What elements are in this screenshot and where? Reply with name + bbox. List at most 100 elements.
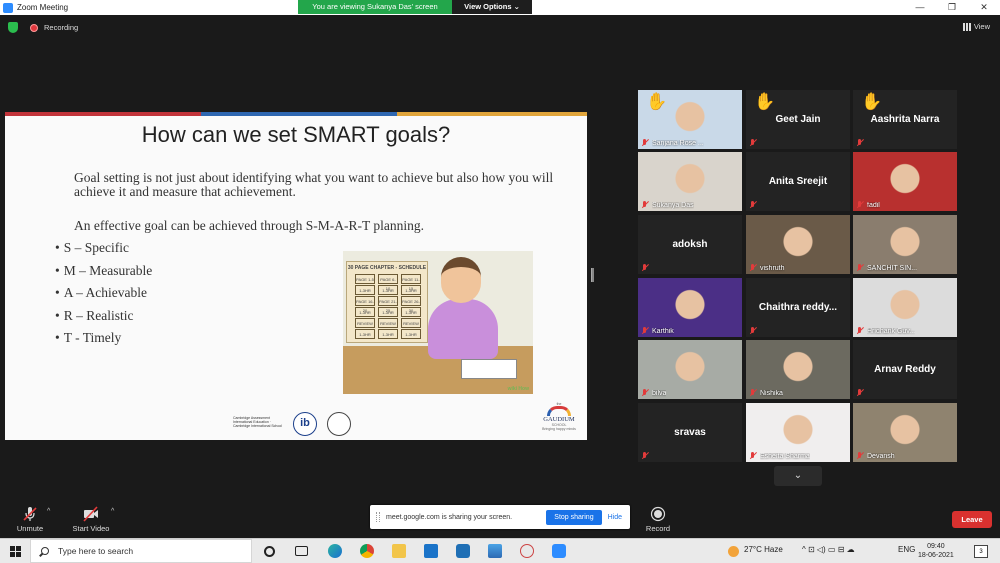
participant-tile[interactable]: Karthik (638, 278, 742, 337)
participant-tile[interactable]: Aashrita Narra ✋ (853, 90, 957, 149)
app-icon[interactable] (456, 544, 470, 558)
schedule-cell: PAGE 6-10 (378, 274, 398, 291)
schedule-cell: 1-3HR (401, 329, 421, 339)
participant-tile[interactable]: Anita Sreejit (746, 152, 850, 211)
unmute-button[interactable]: Unmute (12, 506, 48, 533)
participant-tile[interactable]: bilva (638, 340, 742, 399)
participant-tile[interactable]: sravas (638, 403, 742, 462)
schedule-cell: 1-3HR (378, 329, 398, 339)
participant-tile[interactable]: Sukanya Das (638, 152, 742, 211)
slide-paragraph-1: Goal setting is not just about identifyi… (74, 170, 554, 199)
shield-icon[interactable] (8, 22, 18, 33)
maximize-button[interactable]: ❐ (936, 0, 968, 15)
raised-hand-icon: ✋ (646, 92, 668, 111)
participant-tile[interactable]: Arnav Reddy (853, 340, 957, 399)
drag-handle-icon[interactable] (376, 512, 380, 522)
share-notification-text: meet.google.com is sharing your screen. (386, 513, 513, 521)
mail-icon[interactable] (424, 544, 438, 558)
participant-tile[interactable]: SANCHIT SIN... (853, 215, 957, 274)
grid-icon (962, 22, 971, 31)
windows-start-icon[interactable] (10, 546, 21, 557)
participant-tile[interactable]: Chaithra reddy... (746, 278, 850, 337)
participant-tile[interactable]: Geet Jain ✋ (746, 90, 850, 149)
participant-tile[interactable]: fadil (853, 152, 957, 211)
schedule-cell: 1-3HR (378, 307, 398, 317)
school-logos: Cambridge Assessment International Educa… (233, 412, 351, 436)
record-button[interactable]: Record (640, 506, 676, 533)
unmute-label: Unmute (16, 524, 44, 533)
schedule-cell: 1-3HR (355, 285, 375, 295)
participant-name: Sanjana Rose ... (652, 140, 704, 147)
notification-center-icon[interactable]: 3 (974, 545, 988, 558)
weather-icon[interactable] (728, 546, 739, 557)
edge-browser-icon[interactable] (328, 544, 342, 558)
file-explorer-icon[interactable] (392, 544, 406, 558)
cortana-icon[interactable] (264, 546, 275, 557)
gallery-scroll-down-button[interactable]: ⌄ (774, 466, 822, 486)
language-indicator[interactable]: ENG (898, 545, 915, 554)
close-button[interactable]: ✕ (968, 0, 1000, 15)
zoom-taskbar-icon[interactable] (552, 544, 566, 558)
taskbar-search-input[interactable] (58, 546, 238, 556)
start-video-button[interactable]: Start Video (68, 506, 114, 533)
stop-sharing-button[interactable]: Stop sharing (546, 509, 602, 525)
audio-options-caret-icon[interactable]: ^ (47, 508, 50, 515)
chrome-browser-icon[interactable] (360, 544, 374, 558)
leave-button[interactable]: Leave (952, 511, 992, 528)
smart-list-item: A – Achievable (55, 285, 152, 308)
participant-tile[interactable]: vishruth (746, 215, 850, 274)
slide-stripe-orange (397, 112, 587, 116)
search-icon (41, 547, 49, 555)
participant-tile[interactable]: Devansh (853, 403, 957, 462)
study-schedule-illustration: 30 PAGE CHAPTER - SCHEDULE PAGE 1-5 PAGE … (343, 251, 533, 394)
participant-name: sravas (674, 427, 706, 438)
schedule-cell: PAGE 26-30 (401, 296, 421, 313)
view-options-button[interactable]: View Options ⌄ (452, 0, 532, 14)
slide-title: How can we set SMART goals? (141, 122, 451, 147)
taskbar-clock[interactable]: 09:40 18-06-2021 (918, 542, 954, 560)
gaudium-arc-icon (547, 406, 571, 416)
participant-tile[interactable]: adoksh (638, 215, 742, 274)
weather-text[interactable]: 27°C Haze (744, 545, 783, 554)
schedule-cell: PAGE 1-5 (355, 274, 375, 284)
hide-notification-button[interactable]: Hide (608, 514, 622, 521)
record-icon (640, 506, 676, 522)
record-label: Record (645, 524, 671, 533)
participant-name: Arnav Reddy (874, 364, 936, 375)
cambridge-logo: Cambridge Assessment International Educa… (233, 416, 283, 428)
mic-muted-icon (641, 389, 649, 397)
taskbar-search[interactable] (30, 539, 252, 563)
snipping-tool-icon[interactable] (520, 544, 534, 558)
smart-list-item: M – Measurable (55, 263, 152, 286)
participant-name: vishruth (760, 265, 785, 272)
participant-tile[interactable]: Sanjana Rose ... ✋ (638, 90, 742, 149)
schedule-cell: 1-3HR (401, 285, 421, 295)
participant-tile[interactable]: Nishika (746, 340, 850, 399)
viewing-message: You are viewing Sukanya Das' screen (298, 0, 452, 14)
schedule-cell: 1-3HR (378, 285, 398, 295)
mic-muted-icon (856, 139, 864, 147)
panel-splitter-handle[interactable] (591, 268, 594, 282)
smart-list-item: T - Timely (55, 330, 152, 353)
zoom-logo-icon (3, 2, 13, 13)
mic-muted-icon (856, 201, 864, 209)
view-button[interactable]: View (962, 22, 990, 31)
task-view-icon[interactable] (295, 546, 308, 556)
participant-name: SANCHIT SIN... (867, 265, 918, 272)
schedule-cell: REVIEW (378, 318, 398, 328)
photos-icon[interactable] (488, 544, 502, 558)
participant-tile[interactable]: Hridhank Guv... (853, 278, 957, 337)
mic-muted-icon (749, 452, 757, 460)
participant-tile[interactable]: Esheita Sharma (746, 403, 850, 462)
slide-paragraph-2: An effective goal can be achieved throug… (74, 218, 425, 233)
mic-muted-icon (641, 327, 649, 335)
minimize-button[interactable]: — (904, 0, 936, 15)
student-head (441, 257, 481, 303)
participant-name: Esheita Sharma (760, 453, 810, 460)
window-title: Zoom Meeting (17, 3, 69, 12)
schedule-cell: 1-3HR (355, 307, 375, 317)
clock-date: 18-06-2021 (918, 552, 954, 559)
shared-screen-slide: How can we set SMART goals? Goal setting… (5, 112, 587, 440)
video-options-caret-icon[interactable]: ^ (111, 508, 114, 515)
system-tray-icons[interactable]: ^ ⊡ ◁) ▭ ⊟ ☁ (802, 545, 855, 554)
